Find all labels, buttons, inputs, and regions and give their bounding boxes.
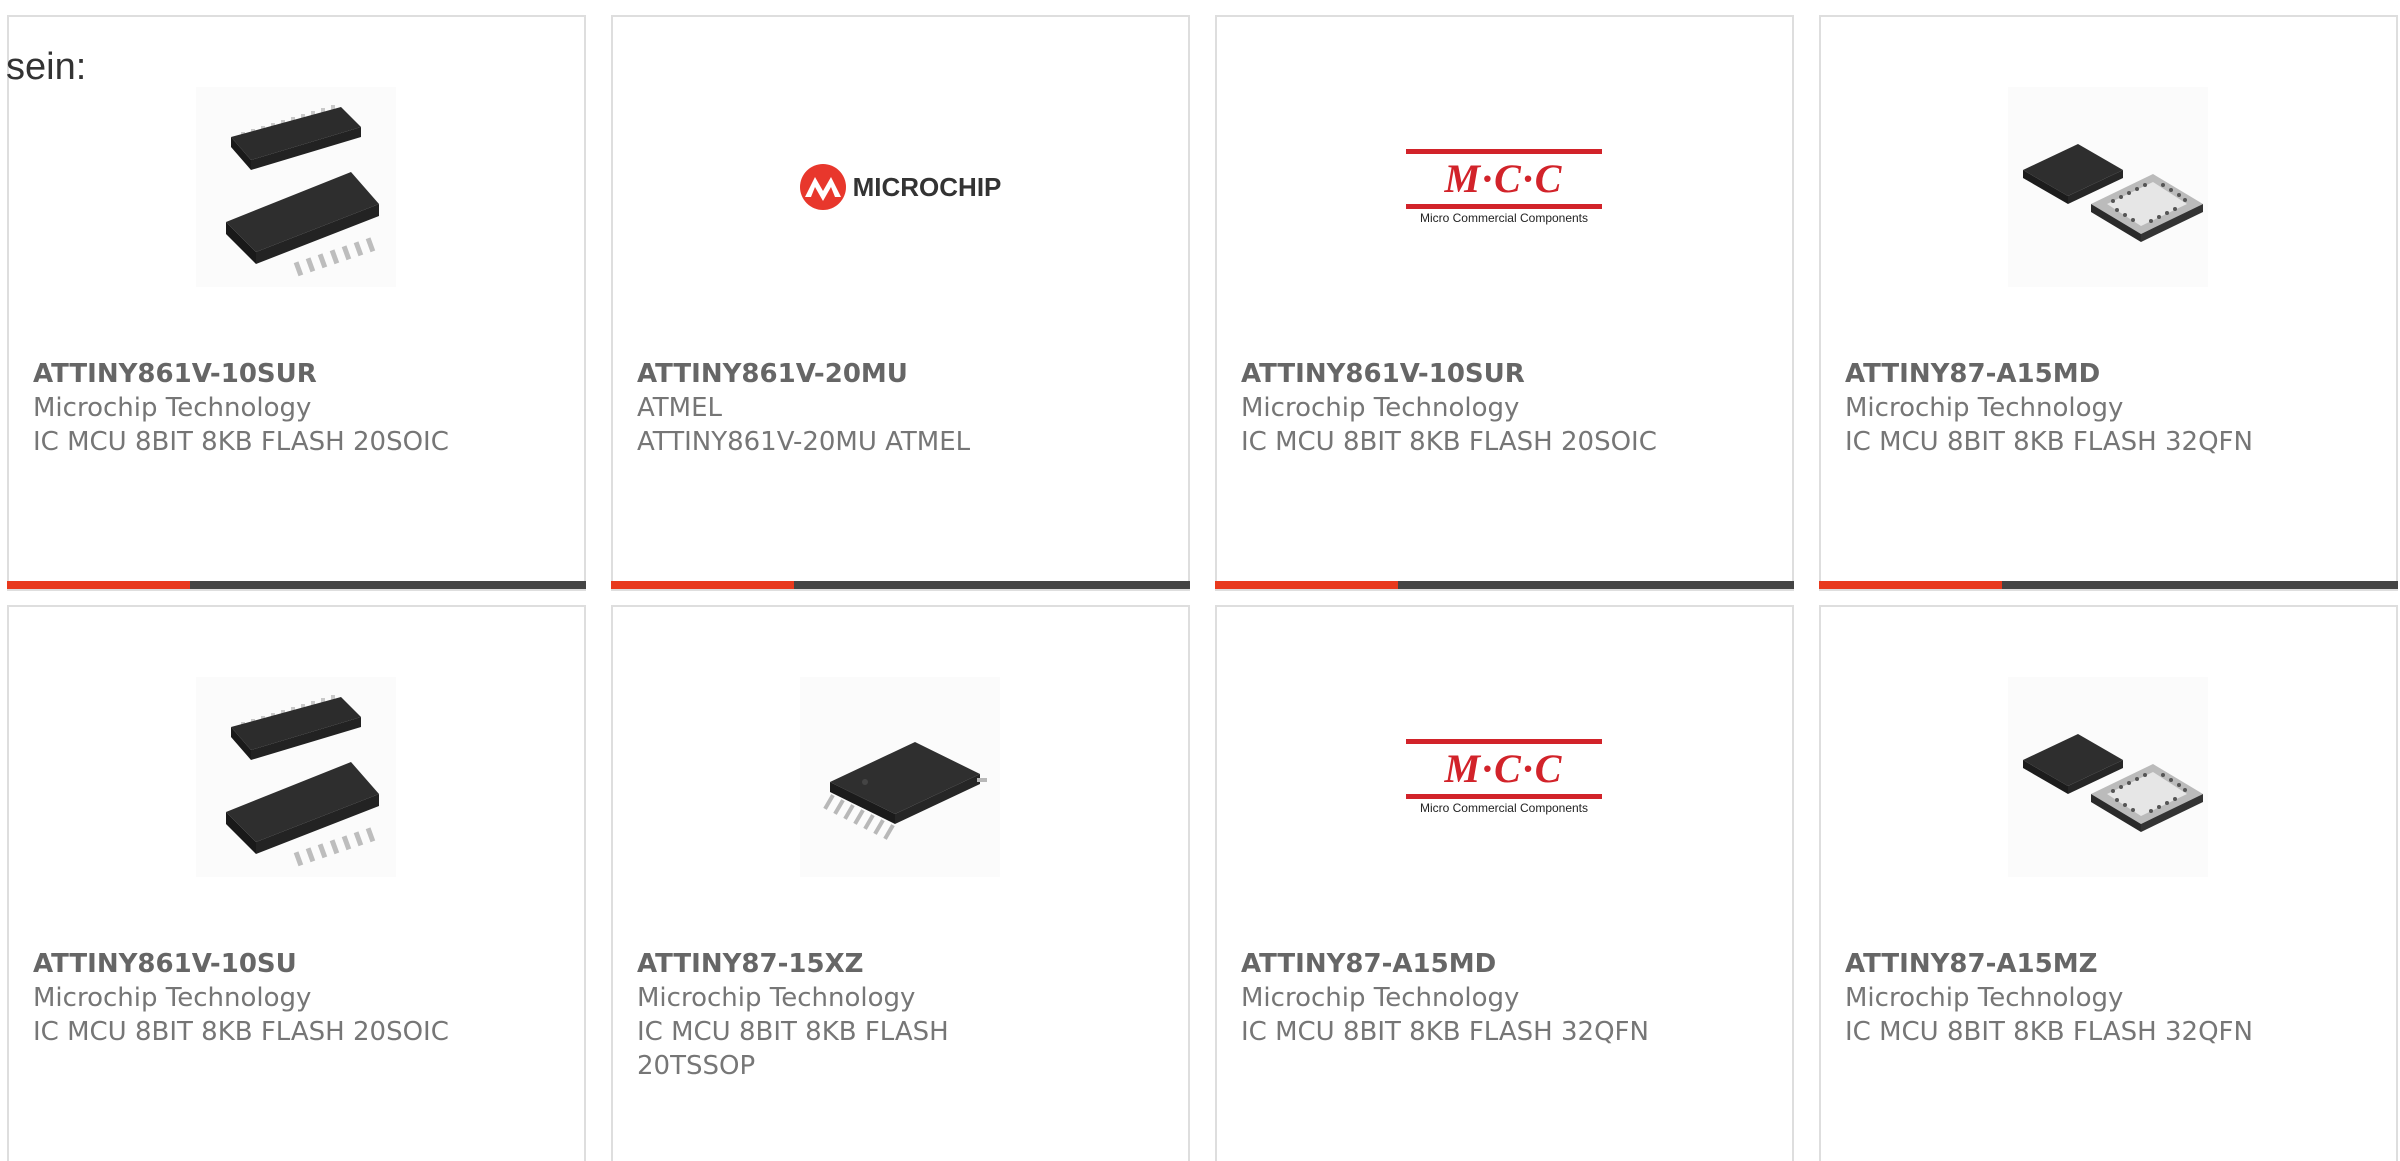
product-info: ATTINY87-15XZ Microchip Technology IC MC… [637,947,1164,1083]
part-number[interactable]: ATTINY87-A15MD [1845,357,2372,391]
product-info: ATTINY87-A15MD Microchip Technology IC M… [1241,947,1768,1049]
product-image[interactable] [2008,87,2208,287]
microchip-logo-icon [799,164,846,210]
intro-text: sein: [6,46,87,88]
part-number[interactable]: ATTINY861V-10SU [33,947,560,981]
product-card[interactable]: ATTINY87-15XZ Microchip Technology IC MC… [611,605,1190,1161]
description: ATTINY861V-20MU ATMEL [637,427,971,457]
product-image[interactable]: MICROCHIP [799,87,1002,287]
manufacturer: Microchip Technology [637,983,916,1013]
card-accent-bar [7,581,586,589]
mcc-logo-subtext: Micro Commercial Components [1419,801,1589,815]
manufacturer: ATMEL [637,393,722,423]
product-info: ATTINY861V-20MU ATMEL ATTINY861V-20MU AT… [637,357,1164,459]
product-info: ATTINY87-A15MZ Microchip Technology IC M… [1845,947,2372,1049]
product-info: ATTINY861V-10SUR Microchip Technology IC… [1241,357,1768,459]
description: IC MCU 8BIT 8KB FLASH 32QFN [1845,1017,2253,1047]
part-number[interactable]: ATTINY87-A15MZ [1845,947,2372,981]
description: IC MCU 8BIT 8KB FLASH 20TSSOP [637,1017,949,1081]
product-page: sein: ATTINY861V-10SUR Microchip Technol… [0,0,2400,1161]
manufacturer: Microchip Technology [1241,393,1520,423]
description: IC MCU 8BIT 8KB FLASH 20SOIC [33,1017,449,1047]
product-card[interactable]: M·C·C Micro Commercial Components ATTINY… [1215,15,1794,591]
description: IC MCU 8BIT 8KB FLASH 20SOIC [1241,427,1657,457]
microchip-logo-text: MICROCHIP [852,171,1002,202]
product-image[interactable] [196,87,396,287]
product-grid: ATTINY861V-10SUR Microchip Technology IC… [7,15,2398,1161]
qfn-32-chip-icon [2023,734,2203,832]
product-card[interactable]: ATTINY861V-10SU Microchip Technology IC … [7,605,586,1161]
manufacturer: Microchip Technology [1845,393,2124,423]
product-card[interactable]: ATTINY861V-10SUR Microchip Technology IC… [7,15,586,591]
mcc-logo: M·C·C Micro Commercial Components [1406,739,1602,815]
product-card[interactable]: MICROCHIP ATTINY861V-20MU ATMEL ATTINY86… [611,15,1190,591]
mcc-logo: M·C·C Micro Commercial Components [1406,149,1602,225]
product-image[interactable] [196,677,396,877]
product-card[interactable]: M·C·C Micro Commercial Components ATTINY… [1215,605,1794,1161]
manufacturer: Microchip Technology [33,393,312,423]
product-card[interactable]: ATTINY87-A15MZ Microchip Technology IC M… [1819,605,2398,1161]
qfn-32-chip-icon [2023,144,2203,242]
microchip-logo: MICROCHIP [799,163,1002,211]
part-number[interactable]: ATTINY87-15XZ [637,947,1164,981]
card-accent-bar [611,581,1190,589]
product-image[interactable]: M·C·C Micro Commercial Components [1404,87,1604,287]
product-info: ATTINY861V-10SU Microchip Technology IC … [33,947,560,1049]
part-number[interactable]: ATTINY861V-10SUR [33,357,560,391]
soic-20-chip-icon [226,695,379,867]
part-number[interactable]: ATTINY861V-10SUR [1241,357,1768,391]
description: IC MCU 8BIT 8KB FLASH 32QFN [1845,427,2253,457]
part-number[interactable]: ATTINY861V-20MU [637,357,1164,391]
mcc-logo-text: M·C·C [1444,746,1564,791]
part-number[interactable]: ATTINY87-A15MD [1241,947,1768,981]
card-accent-bar [1215,581,1794,589]
mcc-logo-subtext: Micro Commercial Components [1419,211,1589,225]
product-image[interactable] [2008,677,2208,877]
mcc-logo-text: M·C·C [1444,156,1564,201]
manufacturer: Microchip Technology [33,983,312,1013]
product-card[interactable]: ATTINY87-A15MD Microchip Technology IC M… [1819,15,2398,591]
manufacturer: Microchip Technology [1845,983,2124,1013]
description: IC MCU 8BIT 8KB FLASH 32QFN [1241,1017,1649,1047]
product-image[interactable] [800,677,1000,877]
product-image[interactable]: M·C·C Micro Commercial Components [1404,677,1604,877]
product-info: ATTINY87-A15MD Microchip Technology IC M… [1845,357,2372,459]
tssop-20-chip-icon [823,742,987,840]
card-accent-bar [1819,581,2398,589]
manufacturer: Microchip Technology [1241,983,1520,1013]
product-info: ATTINY861V-10SUR Microchip Technology IC… [33,357,560,459]
description: IC MCU 8BIT 8KB FLASH 20SOIC [33,427,449,457]
soic-20-chip-icon [226,105,379,277]
